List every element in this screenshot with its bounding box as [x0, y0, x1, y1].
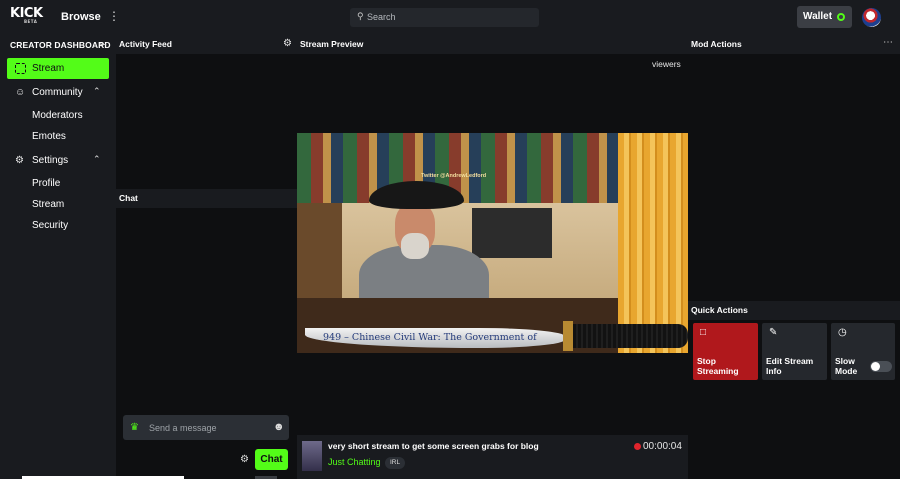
slow-mode-button[interactable]: ◷ Slow Mode	[831, 323, 895, 380]
emoji-icon[interactable]: ☻	[273, 421, 285, 433]
more-options-icon[interactable]: ⋯	[883, 37, 893, 48]
sidebar-item-profile[interactable]: Profile	[32, 178, 60, 189]
stop-icon: □	[700, 327, 707, 338]
sidebar-item-security[interactable]: Security	[32, 220, 68, 231]
wallet-label: Wallet	[803, 11, 833, 22]
chat-placeholder: Send a message	[149, 423, 217, 433]
avatar[interactable]	[862, 8, 881, 27]
sidebar: CREATOR DASHBOARD ⇤ Stream ☺ Community ⌃…	[0, 35, 116, 479]
slow-mode-toggle[interactable]	[870, 361, 892, 372]
panel-title: Mod Actions	[691, 39, 742, 49]
gear-icon[interactable]: ⚙	[283, 38, 292, 49]
panel-title: Stream Preview	[300, 39, 364, 49]
category-thumbnail[interactable]	[302, 441, 322, 471]
mod-actions-panel: Mod Actions ⋯	[688, 35, 900, 301]
sidebar-item-moderators[interactable]: Moderators	[32, 110, 83, 121]
video-guard	[563, 321, 573, 351]
chat-panel: Chat ♛ Send a message ☻ ⚙ Chat	[116, 189, 297, 479]
sidebar-item-label: Stream	[32, 63, 65, 74]
quick-action-label: Edit Stream Info	[766, 356, 814, 376]
activity-feed-panel: Activity Feed ⚙	[116, 35, 297, 189]
sidebar-item-label: Community	[32, 87, 83, 98]
video-person-beard	[401, 233, 429, 259]
kebab-icon[interactable]: ⋮	[108, 10, 120, 22]
wallet-button[interactable]: Wallet	[797, 6, 852, 28]
clock-icon: ◷	[838, 327, 847, 338]
video-monitor	[472, 208, 552, 258]
activity-feed-header: Activity Feed ⚙	[116, 35, 297, 54]
browse-link[interactable]: Browse	[61, 11, 101, 23]
video-knife: 949 – Chinese Civil War: The Government …	[297, 321, 688, 351]
live-indicator-icon	[634, 443, 641, 450]
chat-send-button[interactable]: Chat	[255, 449, 288, 470]
sidebar-item-stream[interactable]: Stream	[7, 58, 109, 79]
sidebar-title: CREATOR DASHBOARD	[10, 40, 111, 50]
quick-action-label: Slow Mode	[835, 356, 858, 376]
video-player[interactable]: Twitter @AndrewLedford 949 – Chinese Civ…	[297, 133, 688, 353]
quick-actions-header: Quick Actions	[688, 301, 900, 320]
search-placeholder: Search	[367, 12, 396, 22]
category-link[interactable]: Just Chatting	[328, 457, 381, 467]
sidebar-item-label: Settings	[32, 155, 69, 166]
crown-icon[interactable]: ♛	[130, 422, 142, 433]
stream-icon	[15, 63, 26, 74]
stream-preview-header: Stream Preview	[297, 35, 688, 54]
quick-action-label: Stop Streaming	[697, 356, 739, 376]
search-icon: ⚲	[357, 11, 364, 21]
search-input[interactable]: ⚲ Search	[350, 8, 539, 27]
chevron-up-icon: ⌃	[93, 154, 101, 164]
panel-title: Chat	[119, 193, 138, 203]
mod-actions-header: Mod Actions ⋯	[688, 35, 900, 54]
video-overlay-text: Twitter @AndrewLedford	[421, 173, 487, 179]
quick-actions-panel: Quick Actions □ Stop Streaming ✎ Edit St…	[688, 301, 900, 479]
stream-preview-panel: Stream Preview viewers Twitter @AndrewLe…	[297, 35, 688, 479]
tag-badge[interactable]: IRL	[385, 457, 406, 469]
community-icon: ☺	[15, 87, 26, 98]
sidebar-item-stream-settings[interactable]: Stream	[32, 199, 64, 210]
viewer-count: viewers	[652, 59, 681, 69]
video-caption: 949 – Chinese Civil War: The Government …	[323, 332, 537, 343]
video-handle	[573, 324, 688, 348]
top-nav: KICK BETA Browse ⋮ ⚲ Search Wallet	[0, 0, 900, 35]
panel-title: Activity Feed	[119, 39, 172, 49]
kick-logo[interactable]: KICK BETA	[10, 7, 43, 24]
sidebar-item-emotes[interactable]: Emotes	[32, 131, 66, 142]
chat-message-input[interactable]: ♛ Send a message ☻	[123, 415, 289, 440]
stop-streaming-button[interactable]: □ Stop Streaming	[693, 323, 758, 380]
edit-stream-info-button[interactable]: ✎ Edit Stream Info	[762, 323, 827, 380]
wallet-status-icon	[837, 13, 845, 21]
panel-title: Quick Actions	[691, 305, 748, 315]
chat-header: Chat	[116, 189, 297, 208]
stream-title: very short stream to get some screen gra…	[328, 441, 539, 451]
settings-icon: ⚙	[15, 155, 24, 166]
video-curtain	[618, 133, 688, 353]
collapse-icon[interactable]: ⇤	[100, 40, 107, 49]
gear-icon[interactable]: ⚙	[240, 454, 249, 465]
chevron-up-icon: ⌃	[93, 86, 101, 96]
pencil-icon: ✎	[769, 327, 778, 338]
stream-timer: 00:00:04	[643, 441, 682, 452]
toggle-knob	[871, 362, 880, 371]
stream-info-bar: very short stream to get some screen gra…	[297, 435, 688, 479]
